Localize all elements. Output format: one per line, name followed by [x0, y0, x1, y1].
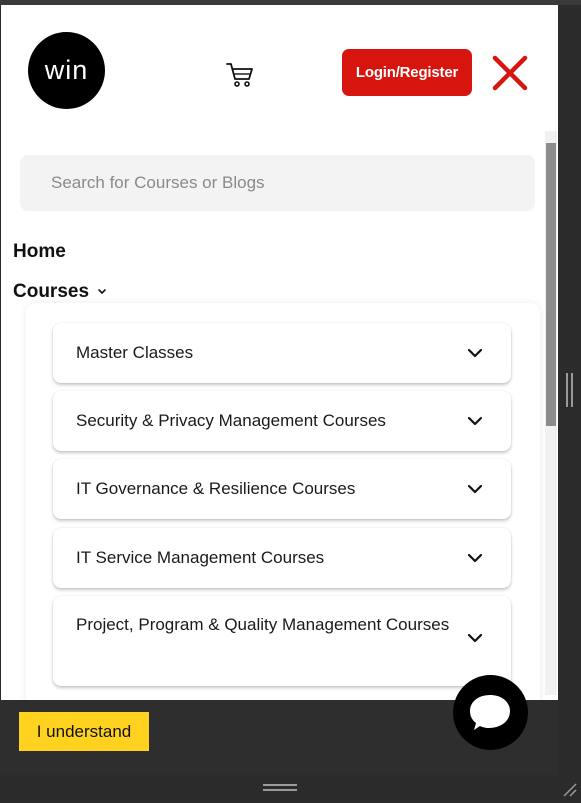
course-category-label: Master Classes: [76, 343, 194, 362]
chevron-down-icon: [467, 633, 483, 643]
chevron-down-icon: [467, 553, 483, 563]
site-logo[interactable]: win: [28, 32, 105, 109]
nav-courses-toggle[interactable]: Courses: [13, 281, 107, 303]
chevron-down-icon: [467, 416, 483, 426]
chevron-down-icon: [467, 348, 483, 358]
cart-icon[interactable]: [226, 61, 254, 89]
login-register-button[interactable]: Login/Register: [342, 49, 472, 96]
nav-courses-label: Courses: [13, 281, 90, 302]
vertical-resize-handle[interactable]: [566, 373, 574, 407]
menu-scrollbar-thumb[interactable]: [546, 143, 556, 426]
course-category-label: IT Service Management Courses: [76, 548, 325, 567]
corner-resize-icon[interactable]: [560, 780, 578, 798]
course-category-label: Security & Privacy Management Courses: [76, 411, 386, 430]
chevron-down-icon: [98, 289, 106, 295]
course-category-it-governance[interactable]: IT Governance & Resilience Courses: [53, 459, 511, 519]
horizontal-resize-handle[interactable]: [263, 784, 297, 792]
chevron-down-icon: [467, 484, 483, 494]
chat-widget-button[interactable]: [453, 675, 528, 750]
nav-home-link[interactable]: Home: [13, 241, 66, 263]
course-category-label: IT Governance & Resilience Courses: [76, 479, 356, 498]
chat-bubble-icon: [470, 695, 510, 730]
course-category-label: Project, Program & Quality Management Co…: [76, 615, 450, 634]
close-icon[interactable]: [492, 55, 528, 91]
course-category-project-program-quality[interactable]: Project, Program & Quality Management Co…: [53, 596, 511, 686]
course-category-security-privacy[interactable]: Security & Privacy Management Courses: [53, 391, 511, 451]
i-understand-button[interactable]: I understand: [19, 712, 149, 751]
course-category-it-service-management[interactable]: IT Service Management Courses: [53, 528, 511, 588]
search-input[interactable]: [20, 155, 535, 211]
logo-text: win: [44, 55, 89, 85]
mobile-menu-panel: win Login/Register Home Courses Master C…: [1, 5, 558, 700]
course-category-master-classes[interactable]: Master Classes: [53, 323, 511, 383]
search-field[interactable]: [20, 155, 535, 211]
